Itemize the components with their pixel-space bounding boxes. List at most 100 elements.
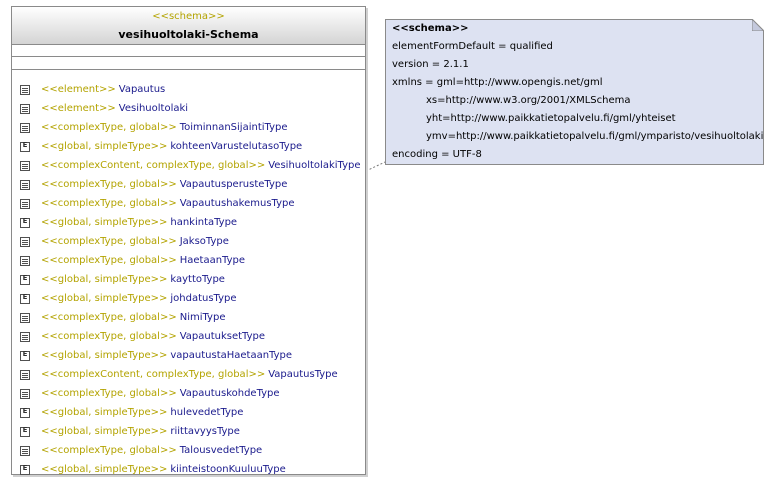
member-name: hankintaType	[170, 217, 238, 228]
member-stereotype: <<complexContent, complexType, global>>	[41, 369, 266, 380]
member-row[interactable]: <<global, simpleType>>vapautustaHaetaanT…	[12, 346, 365, 365]
member-row[interactable]: <<global, simpleType>>kohteenVarusteluta…	[12, 137, 365, 156]
attributes-compartment	[12, 45, 365, 57]
member-name: VapautuksetType	[179, 331, 266, 342]
member-stereotype: <<global, simpleType>>	[41, 464, 168, 475]
member-name: NimiType	[179, 312, 226, 323]
member-row[interactable]: <<complexType, global>> NimiType	[12, 308, 365, 327]
member-name: vapautustaHaetaanType	[170, 350, 293, 361]
member-row[interactable]: <<complexType, global>> VapautushakemusTy…	[12, 194, 365, 213]
member-row[interactable]: <<complexType, global>> VapautusperusteTy…	[12, 175, 365, 194]
member-row[interactable]: <<complexType, global>> ToiminnanSijainti…	[12, 118, 365, 137]
member-name: kayttoType	[170, 274, 225, 285]
element-icon	[20, 369, 30, 380]
member-row[interactable]: <<global, simpleType>>hankintaType	[12, 213, 365, 232]
member-name: kiinteistoonKuuluuType	[170, 464, 286, 475]
member-row[interactable]: <<complexContent, complexType, global>> V…	[12, 365, 365, 384]
member-list: <<element>> Vapautus <<element>> Vesihuolto…	[12, 70, 365, 479]
element-icon	[20, 331, 30, 342]
member-stereotype: <<global, simpleType>>	[41, 350, 168, 361]
member-stereotype: <<global, simpleType>>	[41, 407, 168, 418]
element-icon	[20, 198, 30, 209]
member-name: VapautuskohdeType	[179, 388, 280, 399]
class-stereotype: <<schema>>	[152, 11, 225, 22]
member-row[interactable]: <<complexType, global>> HaetaanType	[12, 251, 365, 270]
member-stereotype: <<complexType, global>>	[41, 198, 177, 209]
member-stereotype: <<global, simpleType>>	[41, 274, 168, 285]
note-title: <<schema>>	[392, 23, 469, 34]
note-line: yht=http://www.paikkatietopalvelu.fi/gml…	[426, 113, 676, 124]
member-row[interactable]: <<element>> Vapautus	[12, 80, 365, 99]
enumeration-icon	[20, 141, 30, 152]
member-name: Vapautus	[118, 84, 166, 95]
member-name: kohteenVarustelutasoType	[170, 141, 303, 152]
member-stereotype: <<complexType, global>>	[41, 122, 177, 133]
member-row[interactable]: <<global, simpleType>>kiinteistoonKuuluu…	[12, 460, 365, 479]
member-row[interactable]: <<complexType, global>> JaksoType	[12, 232, 365, 251]
member-name: Vesihuoltolaki	[118, 103, 189, 114]
member-stereotype: <<global, simpleType>>	[41, 217, 168, 228]
element-icon	[20, 388, 30, 399]
class-name: vesihuoltolaki-Schema	[118, 28, 259, 41]
member-name: VapautusperusteType	[179, 179, 288, 190]
note-line: xs=http://www.w3.org/2001/XMLSchema	[426, 95, 631, 106]
element-icon	[20, 103, 30, 114]
member-name: VapautusType	[268, 369, 338, 380]
element-icon	[20, 255, 30, 266]
note-line: encoding = UTF-8	[392, 149, 482, 160]
member-row[interactable]: <<complexContent, complexType, global>> V…	[12, 156, 365, 175]
element-icon	[20, 179, 30, 190]
member-row[interactable]: <<complexType, global>> VapautuksetType	[12, 327, 365, 346]
note-line: elementFormDefault = qualified	[392, 41, 553, 52]
element-icon	[20, 84, 30, 95]
class-header: <<schema>> vesihuoltolaki-Schema	[12, 7, 365, 45]
member-name: VapautushakemusType	[179, 198, 295, 209]
element-icon	[20, 160, 30, 171]
member-stereotype: <<global, simpleType>>	[41, 141, 168, 152]
note-line: xmlns = gml=http://www.opengis.net/gml	[392, 77, 603, 88]
operations-compartment	[12, 57, 365, 70]
member-row[interactable]: <<global, simpleType>>kayttoType	[12, 270, 365, 289]
enumeration-icon	[20, 274, 30, 285]
note-folded-corner	[752, 19, 764, 31]
member-name: riittavyysType	[170, 426, 240, 437]
member-name: TalousvedetType	[179, 445, 263, 456]
member-stereotype: <<complexType, global>>	[41, 331, 177, 342]
member-stereotype: <<complexType, global>>	[41, 312, 177, 323]
member-row[interactable]: <<global, simpleType>>hulevedetType	[12, 403, 365, 422]
schema-class-box[interactable]: <<schema>> vesihuoltolaki-Schema <<eleme…	[11, 6, 366, 475]
member-row[interactable]: <<element>> Vesihuoltolaki	[12, 99, 365, 118]
member-name: HaetaanType	[179, 255, 246, 266]
member-name: hulevedetType	[170, 407, 244, 418]
enumeration-icon	[20, 350, 30, 361]
schema-note[interactable]: <<schema>> elementFormDefault = qualifie…	[385, 19, 764, 165]
member-stereotype: <<element>>	[41, 84, 116, 95]
member-stereotype: <<complexType, global>>	[41, 179, 177, 190]
note-line: ymv=http://www.paikkatietopalvelu.fi/gml…	[426, 131, 764, 142]
member-name: VesihuoltolakiType	[268, 160, 361, 171]
member-stereotype: <<complexType, global>>	[41, 236, 177, 247]
member-stereotype: <<complexType, global>>	[41, 388, 177, 399]
member-stereotype: <<complexType, global>>	[41, 445, 177, 456]
member-name: ToiminnanSijaintiType	[179, 122, 288, 133]
element-icon	[20, 312, 30, 323]
member-name: johdatusType	[170, 293, 237, 304]
member-stereotype: <<complexType, global>>	[41, 255, 177, 266]
member-name: JaksoType	[179, 236, 229, 247]
enumeration-icon	[20, 293, 30, 304]
enumeration-icon	[20, 464, 30, 475]
note-line: version = 2.1.1	[392, 59, 469, 70]
member-row[interactable]: <<complexType, global>> VapautuskohdeType	[12, 384, 365, 403]
member-stereotype: <<global, simpleType>>	[41, 426, 168, 437]
member-stereotype: <<element>>	[41, 103, 116, 114]
element-icon	[20, 236, 30, 247]
enumeration-icon	[20, 407, 30, 418]
element-icon	[20, 122, 30, 133]
member-row[interactable]: <<complexType, global>> TalousvedetType	[12, 441, 365, 460]
member-row[interactable]: <<global, simpleType>>johdatusType	[12, 289, 365, 308]
enumeration-icon	[20, 217, 30, 228]
member-stereotype: <<global, simpleType>>	[41, 293, 168, 304]
enumeration-icon	[20, 426, 30, 437]
member-stereotype: <<complexContent, complexType, global>>	[41, 160, 266, 171]
member-row[interactable]: <<global, simpleType>>riittavyysType	[12, 422, 365, 441]
